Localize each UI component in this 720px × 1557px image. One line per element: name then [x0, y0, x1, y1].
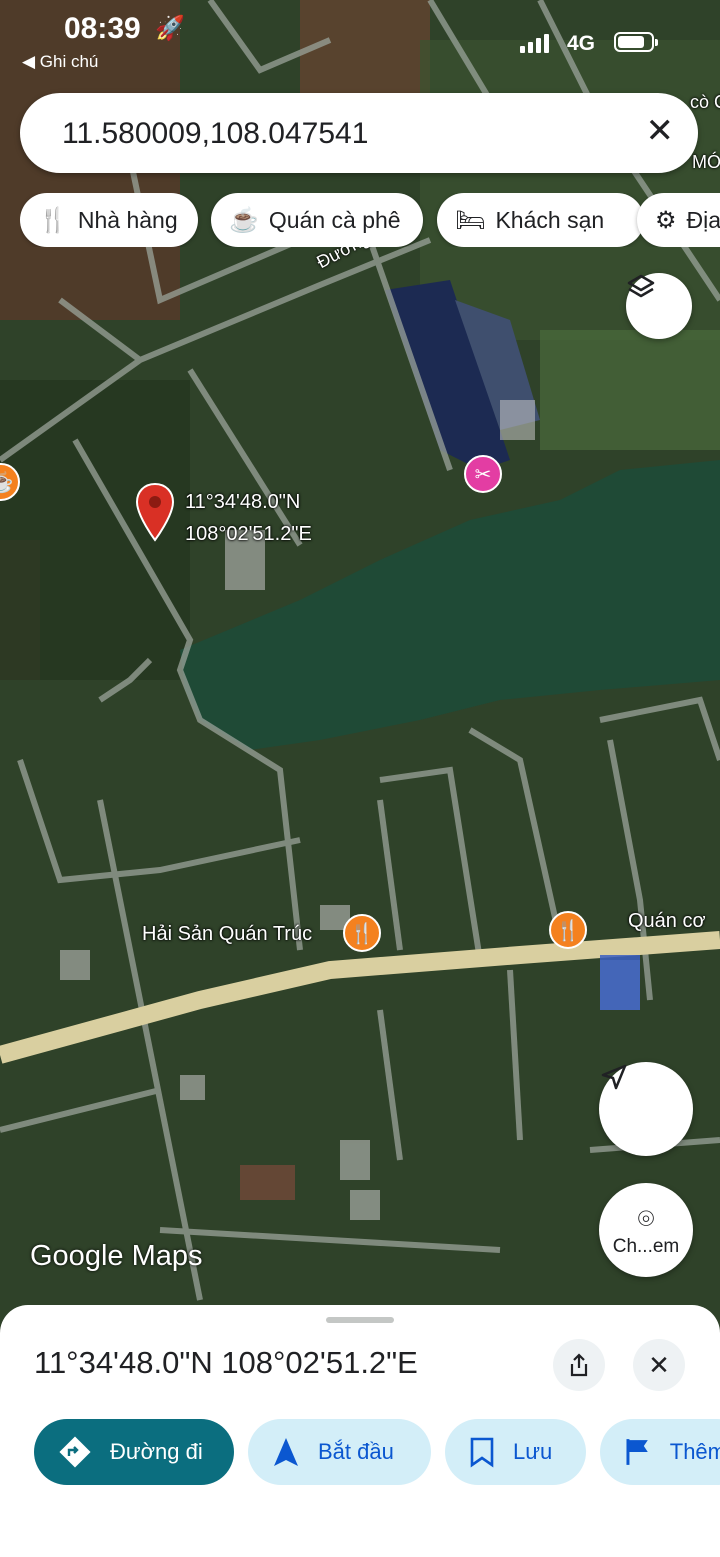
more-button[interactable]: Thêm: [600, 1419, 720, 1485]
directions-icon: [59, 1436, 91, 1468]
network-type: 4G: [567, 32, 596, 55]
status-bar: 08:39 🚀 ◀ Ghi chú 4G: [0, 0, 720, 80]
more-label: Thêm: [669, 1439, 720, 1464]
directions-label: Đường đi: [110, 1439, 203, 1464]
bookmark-icon: [470, 1437, 494, 1468]
navigation-arrow-icon: [601, 1064, 627, 1090]
place-bottom-sheet[interactable]: 11°34'48.0"N 108°02'51.2"E ✕ Đường đi Bắ…: [0, 1305, 720, 1557]
my-location-button[interactable]: [599, 1062, 693, 1156]
flag-icon: [626, 1439, 648, 1465]
restaurant-poi-icon[interactable]: 🍴: [549, 911, 587, 949]
chip-label: Nhà hàng: [77, 206, 178, 233]
start-label: Bắt đầu: [318, 1439, 394, 1464]
navigation-icon: [274, 1438, 298, 1466]
bed-icon: 🛏: [455, 206, 486, 234]
google-maps-logo: Google Maps: [30, 1240, 203, 1272]
chip-hotels[interactable]: 🛏 Khách sạn: [437, 193, 644, 247]
battery-icon: [614, 32, 658, 52]
close-icon: ✕: [648, 1349, 670, 1380]
clear-search-icon[interactable]: ✕: [646, 111, 675, 151]
layers-button[interactable]: [626, 273, 692, 339]
location-pin-icon[interactable]: [135, 482, 175, 544]
save-label: Lưu: [513, 1439, 553, 1464]
place-label: cò C: [690, 92, 720, 112]
place-label-quan-com[interactable]: Quán cơ: [628, 910, 706, 933]
pin-label-lat: 11°34'48.0"N: [185, 491, 301, 513]
share-icon: [570, 1353, 588, 1377]
coordinates-title: 11°34'48.0"N 108°02'51.2"E: [34, 1345, 418, 1380]
place-label: MÓ: [692, 152, 720, 172]
lens-camera-button[interactable]: ⌾ Ch...em: [599, 1183, 693, 1277]
chip-label: Địa: [686, 206, 720, 233]
restaurant-poi-icon[interactable]: 🍴: [343, 914, 381, 952]
category-chips: 🍴 Nhà hàng ☕ Quán cà phê 🛏 Khách sạn ⚙ Đ…: [20, 193, 720, 247]
camera-button-label: Ch...em: [612, 1235, 680, 1257]
start-button[interactable]: Bắt đầu: [248, 1419, 431, 1485]
chip-label: Khách sạn: [495, 206, 605, 233]
rocket-icon: 🚀: [155, 15, 185, 42]
layers-icon: [627, 274, 655, 298]
status-time: 08:39: [64, 12, 141, 45]
coffee-cup-icon: ☕: [229, 206, 259, 234]
chip-cafes[interactable]: ☕ Quán cà phê: [211, 193, 423, 247]
action-buttons: Đường đi Bắt đầu Lưu Thêm: [34, 1419, 720, 1487]
chip-restaurants[interactable]: 🍴 Nhà hàng: [20, 193, 198, 247]
landmark-icon: ⚙: [655, 206, 677, 234]
signal-icon: [520, 34, 549, 53]
fork-knife-icon: 🍴: [38, 206, 68, 234]
directions-button[interactable]: Đường đi: [34, 1419, 234, 1485]
back-to-app-link[interactable]: ◀ Ghi chú: [22, 52, 98, 72]
search-bar[interactable]: ✕: [20, 93, 698, 173]
search-input[interactable]: [60, 113, 624, 155]
chip-label: Quán cà phê: [268, 206, 401, 233]
chip-attractions[interactable]: ⚙ Địa: [637, 193, 720, 247]
pin-label-lng: 108°02'51.2"E: [185, 523, 312, 545]
sheet-drag-handle[interactable]: [326, 1317, 394, 1323]
close-button[interactable]: ✕: [633, 1339, 685, 1391]
shop-poi-icon[interactable]: ✂: [464, 455, 502, 493]
save-button[interactable]: Lưu: [445, 1419, 586, 1485]
camera-search-icon: ⌾: [637, 1202, 655, 1234]
place-label-hai-san[interactable]: Hải Sản Quán Trúc: [142, 923, 312, 946]
share-button[interactable]: [553, 1339, 605, 1391]
